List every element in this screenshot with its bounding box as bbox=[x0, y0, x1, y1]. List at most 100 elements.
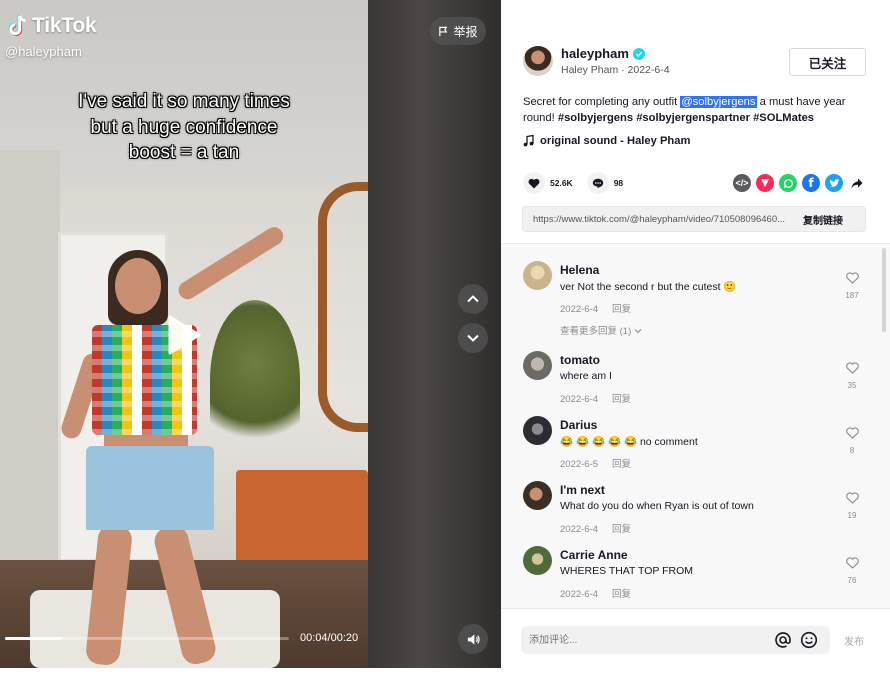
comment-text: where am I bbox=[560, 370, 612, 382]
comment-text: What do you do when Ryan is out of town bbox=[560, 500, 754, 512]
reply-button[interactable]: 回复 bbox=[612, 394, 631, 405]
commenter-name[interactable]: Helena bbox=[560, 263, 599, 277]
reply-button[interactable]: 回复 bbox=[612, 459, 631, 470]
reply-button[interactable]: 回复 bbox=[612, 304, 631, 315]
comment-meta: 2022-6-4 回复 bbox=[560, 301, 631, 315]
comment-date: 2022-6-4 bbox=[560, 304, 599, 315]
music-note-icon bbox=[523, 135, 534, 147]
comment-date: 2022-6-4 bbox=[560, 394, 599, 405]
commenter-name[interactable]: I'm next bbox=[560, 483, 605, 497]
report-button[interactable]: 举报 bbox=[430, 17, 486, 45]
commenter-name[interactable]: Darius bbox=[560, 418, 597, 432]
author-display-date: Haley Pham · 2022-6-4 bbox=[561, 64, 670, 76]
scene-mirror bbox=[318, 182, 368, 432]
like-button[interactable] bbox=[523, 172, 545, 194]
author-info[interactable]: haleypham Haley Pham · 2022-6-4 bbox=[523, 46, 670, 76]
copy-link-button[interactable]: 复制链接 bbox=[803, 212, 843, 227]
video-player[interactable]: TikTok @haleypham 举报 I've said it so man… bbox=[0, 0, 501, 668]
description-text: Secret for completing any outfit bbox=[523, 96, 681, 108]
commenter-avatar[interactable] bbox=[523, 416, 552, 445]
comment-like-count: 8 bbox=[849, 446, 855, 455]
comment-composer: 发布 bbox=[501, 608, 890, 670]
volume-icon bbox=[467, 633, 480, 645]
comment-date: 2022-6-4 bbox=[560, 589, 599, 600]
comment-like-button[interactable]: 19 bbox=[843, 491, 861, 520]
post-comment-button[interactable]: 发布 bbox=[844, 633, 864, 648]
commenter-avatar[interactable] bbox=[523, 351, 552, 380]
commenter-avatar[interactable] bbox=[523, 481, 552, 510]
reply-button[interactable]: 回复 bbox=[612, 524, 631, 535]
video-info-panel: haleypham Haley Pham · 2022-6-4 已关注 Secr… bbox=[501, 0, 890, 676]
play-icon[interactable] bbox=[166, 314, 202, 356]
comment-like-count: 19 bbox=[847, 511, 857, 520]
video-url: https://www.tiktok.com/@haleypham/video/… bbox=[533, 213, 786, 225]
comment-like-button[interactable]: 8 bbox=[843, 426, 861, 455]
hashtag-links[interactable]: #solbyjergens #solbyjergenspartner #SOLM… bbox=[558, 112, 814, 124]
tiktok-note-icon bbox=[8, 15, 26, 36]
comment-like-button[interactable]: 187 bbox=[843, 271, 861, 300]
comment-text: ver Not the second r but the cutest 🙂 bbox=[560, 281, 737, 293]
person-shorts bbox=[86, 446, 214, 530]
video-progress-fill bbox=[5, 637, 62, 640]
commenter-name[interactable]: Carrie Anne bbox=[560, 548, 628, 562]
commenter-avatar[interactable] bbox=[523, 546, 552, 575]
chevron-up-icon bbox=[467, 295, 479, 303]
heart-outline-icon bbox=[845, 427, 859, 439]
comment-meta: 2022-6-4 回复 bbox=[560, 391, 631, 405]
video-progress-bar[interactable] bbox=[5, 637, 289, 640]
twitter-icon[interactable] bbox=[825, 174, 843, 192]
chevron-down-icon bbox=[634, 329, 642, 334]
comment-like-count: 35 bbox=[847, 381, 857, 390]
comment-like-button[interactable]: 35 bbox=[843, 361, 861, 390]
comment-meta: 2022-6-4 回复 bbox=[560, 521, 631, 535]
tiktok-watermark: TikTok bbox=[6, 14, 97, 38]
person-arm bbox=[175, 223, 287, 303]
comment-like-count: 187 bbox=[845, 291, 859, 300]
video-page: TikTok @haleypham 举报 I've said it so man… bbox=[0, 0, 890, 676]
previous-video-button[interactable] bbox=[458, 284, 488, 314]
comment-like-button[interactable]: 76 bbox=[843, 556, 861, 585]
comment-bubble-icon bbox=[592, 178, 603, 188]
following-button[interactable]: 已关注 bbox=[789, 48, 866, 76]
commenter-avatar[interactable] bbox=[523, 261, 552, 290]
view-more-replies[interactable]: 查看更多回复 (1) bbox=[560, 323, 642, 337]
comment-list[interactable]: Helena ver Not the second r but the cute… bbox=[501, 244, 890, 608]
verified-badge-icon bbox=[632, 47, 645, 60]
share-buttons: </> f bbox=[733, 174, 866, 192]
share-arrow-icon[interactable] bbox=[848, 174, 866, 192]
tiktok-brand-text: TikTok bbox=[32, 14, 97, 37]
comment-date: 2022-6-4 bbox=[560, 524, 599, 535]
flag-icon bbox=[439, 26, 448, 36]
author-avatar[interactable] bbox=[523, 46, 553, 76]
video-link-box[interactable]: https://www.tiktok.com/@haleypham/video/… bbox=[522, 206, 866, 232]
author-username[interactable]: haleypham bbox=[561, 46, 629, 61]
caption-line: boost = a tan bbox=[128, 142, 240, 163]
caption-line: I've said it so many times bbox=[78, 91, 290, 112]
mention-icon[interactable] bbox=[774, 631, 792, 649]
send-to-friends-icon[interactable] bbox=[756, 174, 774, 192]
reply-button[interactable]: 回复 bbox=[612, 589, 631, 600]
heart-outline-icon bbox=[845, 492, 859, 504]
heart-outline-icon bbox=[845, 557, 859, 569]
video-description: Secret for completing any outfit @solbyj… bbox=[523, 94, 873, 126]
mention-link[interactable]: @solbyjergens bbox=[680, 96, 757, 108]
comment-button[interactable] bbox=[586, 172, 609, 194]
comment-scrollbar[interactable] bbox=[882, 248, 886, 332]
whatsapp-icon[interactable] bbox=[779, 174, 797, 192]
emoji-icon[interactable] bbox=[800, 631, 818, 649]
comment-text: WHERES THAT TOP FROM bbox=[560, 565, 694, 577]
scene-rug bbox=[30, 590, 280, 668]
heart-outline-icon bbox=[845, 272, 859, 284]
volume-button[interactable] bbox=[458, 624, 488, 654]
commenter-name[interactable]: tomato bbox=[560, 353, 600, 367]
view-more-replies-label: 查看更多回复 (1) bbox=[560, 326, 632, 337]
comment-like-count: 76 bbox=[847, 576, 857, 585]
facebook-icon[interactable]: f bbox=[802, 174, 820, 192]
comment-meta: 2022-6-4 回复 bbox=[560, 586, 631, 600]
sound-link[interactable]: original sound - Haley Pham bbox=[523, 135, 690, 147]
scene-plant bbox=[210, 300, 300, 460]
comment-count: 98 bbox=[613, 178, 624, 188]
video-time: 00:04/00:20 bbox=[300, 632, 359, 644]
next-video-button[interactable] bbox=[458, 323, 488, 353]
embed-icon[interactable]: </> bbox=[733, 174, 751, 192]
